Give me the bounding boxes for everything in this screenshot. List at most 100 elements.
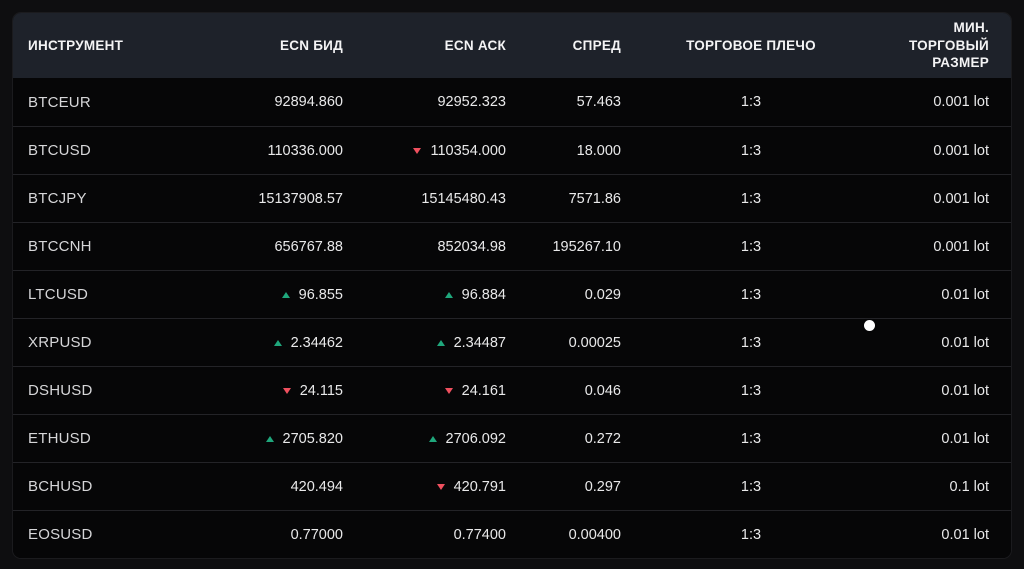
table-row[interactable]: EOSUSD 0.77000 0.77400 0.00400 1:3 0.01 … [13,510,1011,558]
bid-value: 96.855 [298,286,343,303]
spread-value: 0.272 [584,430,621,447]
cursor-dot [864,320,875,331]
table-row[interactable]: BTCUSD 110336.000 110354.000 18.000 1:3 … [13,126,1011,174]
column-header-ecn-bid: ECN БИД [279,37,343,53]
page: { "colors": { "up": "#1fa77c", "down": "… [0,0,1024,569]
min-size-value: 0.01 lot [941,430,989,447]
min-size-value: 0.001 lot [933,190,989,207]
min-size-value: 0.1 lot [949,478,990,495]
ask-value: 110354.000 [430,142,506,159]
ask-value: 24.161 [461,382,506,399]
instrument-symbol: BTCEUR [28,93,91,111]
ask-cell: 92952.323 [343,94,506,110]
table-row[interactable]: XRPUSD 2.34462 2.34487 0.00025 1:3 0.01 … [13,318,1011,366]
ask-cell: 24.161 [343,383,506,399]
leverage-value: 1:3 [740,430,762,447]
price-trend-icon [436,339,445,346]
instrument-symbol: ETHUSD [28,430,91,447]
table-header-row: ИНСТРУМЕНТ ECN БИД ECN АСК СПРЕД ТОРГОВО… [13,13,1011,78]
ask-cell: 420.791 [343,479,506,495]
table-row[interactable]: DSHUSD 24.115 24.161 0.046 1:3 0.01 lot [13,366,1011,414]
min-size-value: 0.001 lot [933,94,989,110]
bid-value: 2705.820 [282,430,343,447]
instrument-symbol: BTCUSD [28,142,91,159]
instrument-symbol: BTCJPY [28,190,87,207]
price-trend-icon [436,483,445,490]
instrument-symbol: BCHUSD [28,478,93,495]
ask-cell: 2.34487 [343,335,506,351]
bid-cell: 110336.000 [193,143,343,159]
ask-cell: 15145480.43 [343,191,506,207]
instrument-symbol: LTCUSD [28,286,89,303]
column-header-ecn-ask: ECN АСК [444,37,506,53]
bid-cell: 0.77000 [193,527,343,543]
bid-cell: 656767.88 [193,239,343,255]
ask-value: 92952.323 [437,94,506,110]
price-trend-icon [265,435,274,442]
spread-value: 0.00400 [568,526,621,543]
price-trend-icon [273,339,282,346]
min-size-value: 0.01 lot [941,526,989,543]
min-size-value: 0.01 lot [941,286,989,303]
table-row[interactable]: BCHUSD 420.494 420.791 0.297 1:3 0.1 lot [13,462,1011,510]
bid-value: 110336.000 [267,142,343,159]
ask-value: 852034.98 [437,238,506,255]
price-trend-icon [281,291,290,298]
ask-cell: 110354.000 [343,143,506,159]
bid-value: 420.494 [290,478,343,495]
spread-value: 0.046 [584,382,621,399]
price-trend-icon [428,435,437,442]
table-row[interactable]: ETHUSD 2705.820 2706.092 0.272 1:3 0.01 … [13,414,1011,462]
min-size-value: 0.01 lot [941,382,989,399]
instruments-quote-table: ИНСТРУМЕНТ ECN БИД ECN АСК СПРЕД ТОРГОВО… [12,12,1012,559]
column-header-spread: СПРЕД [572,37,621,53]
price-trend-icon [413,147,422,154]
table-row[interactable]: BTCCNH 656767.88 852034.98 195267.10 1:3… [13,222,1011,270]
ask-cell: 852034.98 [343,239,506,255]
table-row[interactable]: LTCUSD 96.855 96.884 0.029 1:3 0.01 lot [13,270,1011,318]
bid-cell: 2.34462 [193,335,343,351]
min-size-value: 0.001 lot [933,142,989,159]
spread-value: 18.000 [576,142,621,159]
table-row[interactable]: BTCEUR 92894.860 92952.323 57.463 1:3 0.… [13,78,1011,126]
bid-cell: 96.855 [193,287,343,303]
spread-value: 7571.86 [568,190,621,207]
spread-value: 0.029 [584,286,621,303]
ask-value: 420.791 [453,478,506,495]
leverage-value: 1:3 [740,190,762,207]
ask-value: 0.77400 [453,526,506,543]
bid-value: 2.34462 [290,334,343,351]
bid-cell: 15137908.57 [193,191,343,207]
ask-cell: 0.77400 [343,527,506,543]
min-size-value: 0.01 lot [941,334,989,351]
bid-value: 15137908.57 [258,190,343,207]
price-trend-icon [282,387,291,394]
bid-value: 24.115 [299,382,343,399]
instrument-symbol: BTCCNH [28,238,92,255]
spread-value: 57.463 [576,94,621,110]
price-trend-icon [444,387,453,394]
table-row[interactable]: BTCJPY 15137908.57 15145480.43 7571.86 1… [13,174,1011,222]
ask-cell: 2706.092 [343,431,506,447]
bid-value: 92894.860 [274,94,343,110]
price-trend-icon [444,291,453,298]
column-header-leverage: ТОРГОВОЕ ПЛЕЧО [686,37,816,53]
leverage-value: 1:3 [740,478,762,495]
instrument-symbol: XRPUSD [28,334,92,351]
ask-value: 2.34487 [453,334,506,351]
ask-value: 15145480.43 [421,190,506,207]
leverage-value: 1:3 [740,94,762,110]
spread-value: 0.00025 [568,334,621,351]
instrument-symbol: EOSUSD [28,526,93,543]
ask-cell: 96.884 [343,287,506,303]
leverage-value: 1:3 [740,334,762,351]
ask-value: 2706.092 [445,430,506,447]
leverage-value: 1:3 [740,382,762,399]
leverage-value: 1:3 [740,142,762,159]
bid-cell: 2705.820 [193,431,343,447]
leverage-value: 1:3 [740,238,762,255]
instrument-symbol: DSHUSD [28,382,93,399]
column-header-instrument: ИНСТРУМЕНТ [28,37,124,53]
bid-value: 0.77000 [290,526,343,543]
ask-value: 96.884 [461,286,506,303]
